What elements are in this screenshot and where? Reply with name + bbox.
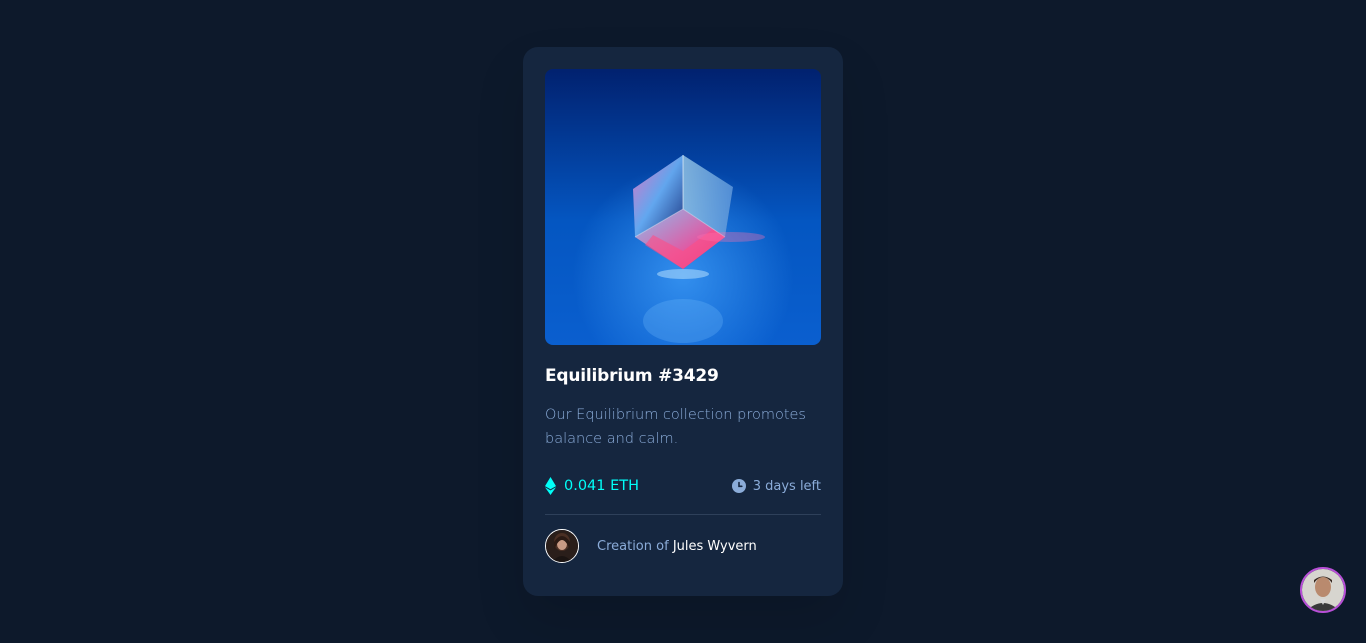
user-avatar[interactable] bbox=[1300, 567, 1346, 613]
time-left: 3 days left bbox=[731, 478, 821, 494]
nft-title[interactable]: Equilibrium #3429 bbox=[545, 365, 821, 387]
clock-icon bbox=[731, 479, 746, 493]
creator-name-link[interactable]: Jules Wyvern bbox=[673, 539, 757, 554]
creator-avatar bbox=[545, 529, 579, 563]
nft-image[interactable] bbox=[545, 69, 821, 345]
creator-text: Creation of Jules Wyvern bbox=[597, 539, 757, 554]
price-value: 0.041 ETH bbox=[564, 478, 640, 494]
creator-prefix: Creation of bbox=[597, 538, 669, 554]
nft-card: Equilibrium #3429 Our Equilibrium collec… bbox=[523, 47, 843, 596]
nft-description: Our Equilibrium collection promotes bala… bbox=[545, 407, 806, 447]
crystal-cube-image bbox=[545, 69, 821, 345]
page: Equilibrium #3429 Our Equilibrium collec… bbox=[0, 0, 1366, 643]
time-left-label: 3 days left bbox=[752, 478, 821, 494]
ethereum-icon bbox=[545, 477, 556, 495]
price: 0.041 ETH bbox=[545, 477, 639, 495]
creator: Creation of Jules Wyvern bbox=[545, 529, 821, 563]
nft-meta: 0.041 ETH 3 days left bbox=[545, 475, 821, 497]
divider bbox=[545, 514, 821, 515]
